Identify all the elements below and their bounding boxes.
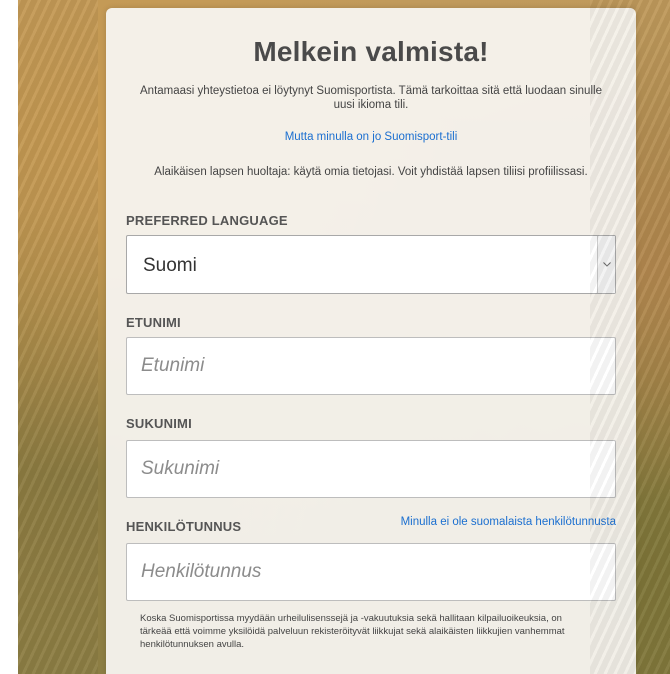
first-name-label: ETUNIMI [126,315,181,330]
first-name-input[interactable] [126,337,616,395]
ssn-input[interactable] [126,543,616,601]
ssn-label: HENKILÖTUNNUS [126,519,242,534]
guardian-note: Alaikäisen lapsen huoltaja: käytä omia t… [154,166,588,178]
chevron-down-icon[interactable] [597,236,615,293]
last-name-label: SUKUNIMI [126,416,192,431]
existing-account-link[interactable]: Mutta minulla on jo Suomisport-tili [106,131,636,143]
background-photo: Melkein valmista! Antamaasi yhteystietoa… [18,0,670,674]
language-selected-value: Suomi [143,255,197,276]
intro-text: Antamaasi yhteystietoa ei löytynyt Suomi… [140,85,602,111]
page-title: Melkein valmista! [253,36,489,67]
ssn-notice: Koska Suomisportissa myydään urheilulise… [140,613,565,650]
language-label: PREFERRED LANGUAGE [126,213,288,228]
language-select[interactable]: Suomi [126,235,616,294]
no-ssn-link[interactable]: Minulla ei ole suomalaista henkilötunnus… [401,516,616,528]
last-name-input[interactable] [126,440,616,498]
signup-card: Melkein valmista! Antamaasi yhteystietoa… [106,8,636,674]
